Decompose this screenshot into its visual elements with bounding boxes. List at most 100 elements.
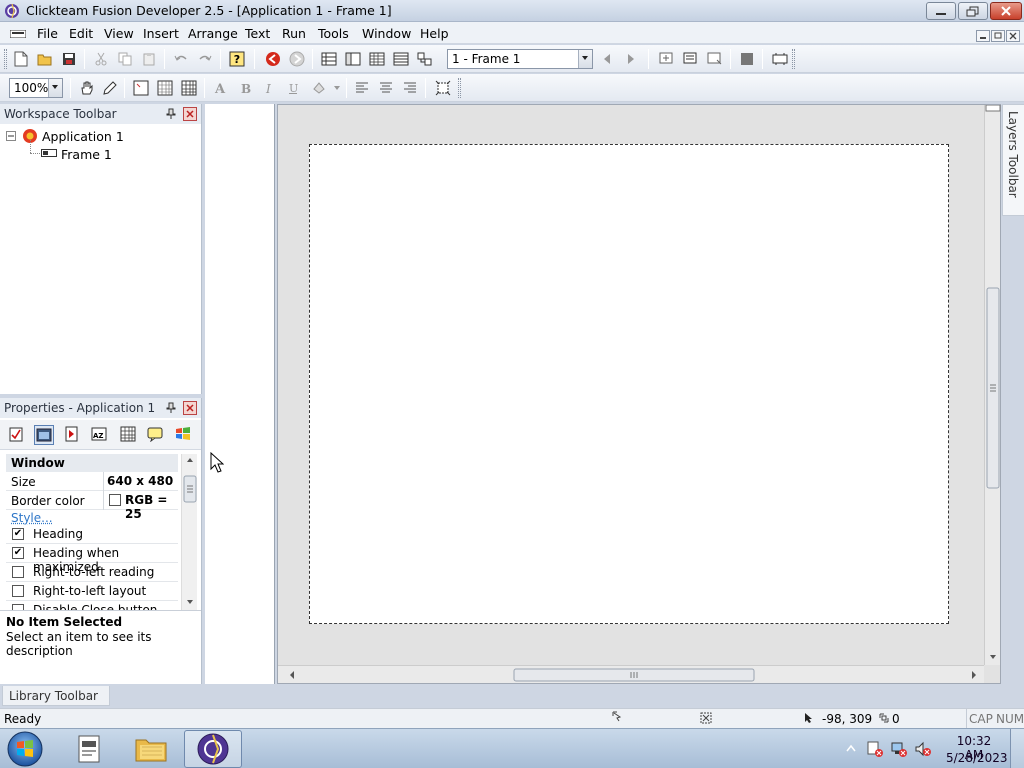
mdi-restore-button[interactable] bbox=[991, 30, 1005, 42]
taskbar-app-fusion[interactable] bbox=[184, 730, 242, 768]
frame-setup-icon[interactable] bbox=[682, 50, 700, 68]
open-folder-icon[interactable] bbox=[36, 50, 54, 68]
zoom-select[interactable]: 100% bbox=[9, 78, 63, 98]
property-check-row[interactable]: ✔ Heading when maximized bbox=[6, 544, 178, 574]
snap-grid-icon[interactable] bbox=[180, 79, 198, 97]
frame-canvas[interactable] bbox=[309, 144, 949, 624]
help-icon[interactable]: ? bbox=[228, 50, 246, 68]
volume-icon[interactable] bbox=[914, 740, 932, 758]
checkbox-rtl-reading[interactable] bbox=[12, 566, 24, 578]
event-editor-icon[interactable] bbox=[368, 50, 386, 68]
show-grid-icon[interactable] bbox=[132, 79, 150, 97]
hand-pan-icon[interactable] bbox=[78, 79, 96, 97]
restore-button[interactable] bbox=[958, 2, 988, 20]
windows-tab-icon[interactable] bbox=[174, 425, 192, 443]
checkbox-heading[interactable]: ✔ bbox=[12, 528, 24, 540]
show-desktop-button[interactable] bbox=[1010, 729, 1024, 768]
style-link[interactable]: Style... bbox=[11, 511, 53, 525]
pin-icon[interactable] bbox=[166, 108, 176, 120]
menu-file[interactable]: File bbox=[37, 26, 58, 41]
bold-icon[interactable]: B bbox=[236, 79, 254, 97]
zoom-in-icon[interactable] bbox=[658, 50, 676, 68]
event-list-editor-icon[interactable] bbox=[392, 50, 410, 68]
stop-icon[interactable] bbox=[738, 50, 756, 68]
property-check-row[interactable]: ✔ Heading bbox=[6, 525, 178, 544]
layers-toolbar-tab[interactable]: Layers Toolbar bbox=[1002, 104, 1024, 216]
frame-menu-icon[interactable] bbox=[10, 30, 26, 38]
menu-view[interactable]: View bbox=[104, 26, 134, 41]
network-icon[interactable] bbox=[890, 740, 908, 758]
toolbar-grip[interactable] bbox=[458, 78, 461, 98]
fit-frame-icon[interactable] bbox=[434, 79, 452, 97]
new-file-icon[interactable] bbox=[12, 50, 30, 68]
previous-frame-icon[interactable] bbox=[598, 50, 616, 68]
taskbar-app-explorer[interactable] bbox=[128, 731, 174, 767]
color-swatch[interactable] bbox=[109, 494, 121, 506]
property-value[interactable]: RGB = 25 bbox=[125, 493, 178, 521]
horizontal-scrollbar[interactable] bbox=[278, 665, 984, 683]
values-tab-icon[interactable]: AZ bbox=[91, 426, 107, 442]
chevron-down-icon[interactable] bbox=[328, 79, 346, 97]
toolbar-grip[interactable] bbox=[4, 49, 7, 69]
library-toolbar-tab[interactable]: Library Toolbar bbox=[2, 686, 110, 706]
checkbox-heading-maximized[interactable]: ✔ bbox=[12, 547, 24, 559]
action-center-icon[interactable] bbox=[866, 740, 884, 758]
fill-color-icon[interactable] bbox=[310, 79, 328, 97]
menu-run[interactable]: Run bbox=[282, 26, 306, 41]
tree-item-application[interactable]: Application 1 bbox=[42, 129, 124, 144]
toolbar-grip[interactable] bbox=[792, 49, 795, 69]
frame-select[interactable]: 1 - Frame 1 bbox=[447, 49, 593, 69]
tree-item-frame[interactable]: Frame 1 bbox=[61, 147, 112, 162]
underline-icon[interactable]: U bbox=[284, 79, 302, 97]
checkbox-rtl-layout[interactable] bbox=[12, 585, 24, 597]
frame-editor-icon[interactable] bbox=[344, 50, 362, 68]
about-tab-icon[interactable] bbox=[147, 426, 163, 442]
window-tab-icon[interactable] bbox=[34, 425, 54, 445]
property-check-row[interactable]: Right-to-left reading bbox=[6, 563, 178, 582]
edit-tool-icon[interactable] bbox=[101, 79, 119, 97]
run-application-icon[interactable] bbox=[264, 50, 282, 68]
mdi-minimize-button[interactable] bbox=[976, 30, 990, 42]
runtime-tab-icon[interactable] bbox=[64, 426, 80, 442]
app-logo-icon[interactable] bbox=[4, 3, 20, 19]
property-row-border-color[interactable]: Border color RGB = 25 bbox=[6, 491, 178, 521]
close-panel-icon[interactable] bbox=[183, 107, 197, 121]
close-button[interactable] bbox=[990, 2, 1022, 20]
menu-text[interactable]: Text bbox=[245, 26, 270, 41]
show-hidden-icons[interactable] bbox=[846, 744, 856, 752]
settings-tab-icon[interactable] bbox=[8, 426, 24, 442]
font-icon[interactable]: A bbox=[212, 79, 230, 97]
paste-icon[interactable] bbox=[140, 50, 158, 68]
vertical-scrollbar[interactable] bbox=[984, 105, 1001, 665]
run-frame-icon[interactable] bbox=[288, 50, 306, 68]
menu-help[interactable]: Help bbox=[420, 26, 449, 41]
minimize-button[interactable] bbox=[926, 2, 956, 20]
clock-date[interactable]: 5/28/2023 bbox=[946, 751, 1008, 765]
grid-icon[interactable] bbox=[156, 79, 174, 97]
close-panel-icon[interactable] bbox=[183, 401, 197, 415]
property-value[interactable]: 640 x 480 bbox=[107, 474, 173, 488]
menu-tools[interactable]: Tools bbox=[318, 26, 349, 41]
properties-scrollbar[interactable] bbox=[181, 454, 197, 610]
italic-icon[interactable]: I bbox=[260, 79, 278, 97]
events-tab-icon[interactable] bbox=[120, 426, 136, 442]
menu-insert[interactable]: Insert bbox=[143, 26, 179, 41]
property-row-size[interactable]: Size 640 x 480 bbox=[6, 472, 178, 491]
taskbar-app-document[interactable] bbox=[66, 731, 112, 767]
next-frame-icon[interactable] bbox=[622, 50, 640, 68]
data-elements-icon[interactable] bbox=[416, 50, 434, 68]
cut-icon[interactable] bbox=[92, 50, 110, 68]
redo-icon[interactable] bbox=[196, 50, 214, 68]
menu-arrange[interactable]: Arrange bbox=[188, 26, 238, 41]
grid-setup-icon[interactable] bbox=[706, 50, 724, 68]
pin-icon[interactable] bbox=[166, 402, 176, 414]
align-center-icon[interactable] bbox=[377, 79, 395, 97]
chevron-down-icon[interactable] bbox=[48, 79, 62, 97]
save-icon[interactable] bbox=[60, 50, 78, 68]
menu-edit[interactable]: Edit bbox=[69, 26, 93, 41]
menu-window[interactable]: Window bbox=[362, 26, 411, 41]
storyboard-editor-icon[interactable] bbox=[320, 50, 338, 68]
copy-icon[interactable] bbox=[116, 50, 134, 68]
build-icon[interactable] bbox=[771, 50, 789, 68]
tree-collapse-icon[interactable] bbox=[6, 131, 16, 141]
